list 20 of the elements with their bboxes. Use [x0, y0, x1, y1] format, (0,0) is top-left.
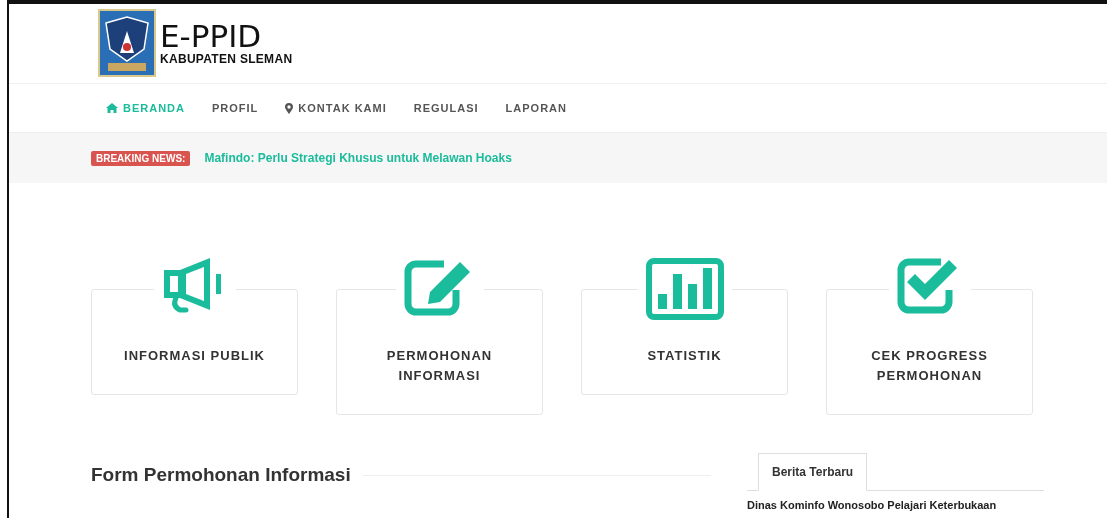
- card-label: PERMOHONAN: [386, 347, 493, 365]
- card-label: INFORMASI PUBLIK: [124, 347, 265, 365]
- nav-link[interactable]: KONTAK KAMI: [285, 102, 387, 114]
- nav-link[interactable]: REGULASI: [413, 102, 479, 114]
- regency-emblem-icon: [98, 9, 156, 77]
- sidebar-tab[interactable]: Berita Terbaru: [758, 453, 868, 491]
- site-subtitle: KABUPATEN SLEMAN: [160, 52, 293, 66]
- card-label: STATISTIK: [647, 347, 722, 365]
- section-heading: Form Permohonan Informasi: [91, 464, 351, 486]
- site-title: E-PPID: [160, 20, 263, 52]
- nav-link[interactable]: PROFIL: [212, 102, 259, 114]
- card-label: PERMOHONAN: [876, 367, 983, 385]
- breaking-news-badge: BREAKING NEWS:: [91, 150, 191, 166]
- bar-chart-icon: [645, 258, 724, 320]
- map-pin-icon: [285, 102, 294, 114]
- card-label: CEK PROGRESS: [871, 347, 988, 365]
- nav-link[interactable]: LAPORAN: [505, 102, 567, 114]
- news-item-link[interactable]: Dinas Kominfo Wonosobo Pelajari Keterbukaan: [747, 499, 1044, 511]
- card-label: INFORMASI: [398, 367, 481, 385]
- home-icon: [106, 103, 118, 113]
